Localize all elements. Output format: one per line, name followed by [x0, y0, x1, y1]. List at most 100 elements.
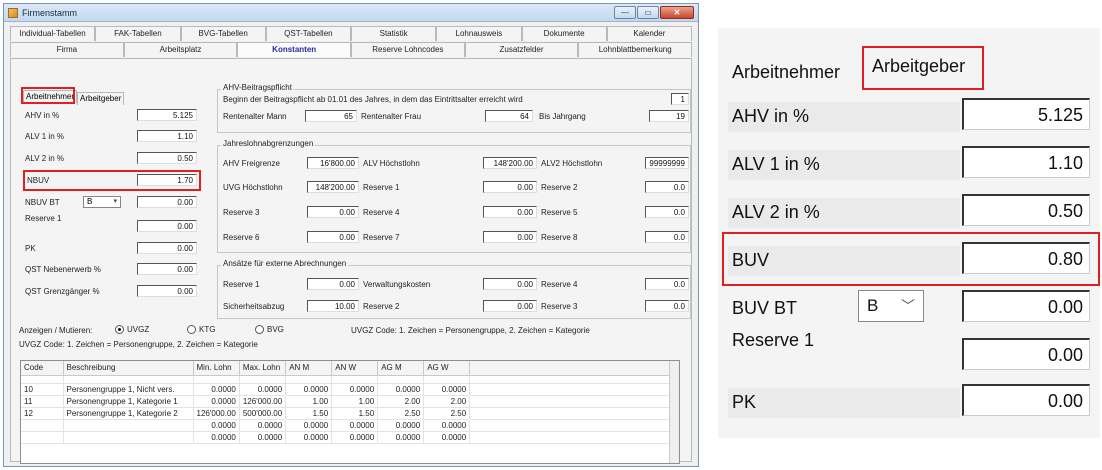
table-scrollbar[interactable]	[669, 361, 679, 463]
tab-fak-tabellen[interactable]: FAK-Tabellen	[95, 26, 181, 41]
qst-grenzgaenger-field[interactable]: 0.00	[137, 285, 197, 297]
zoom-ahv-field[interactable]: 5.125	[962, 98, 1090, 130]
table-row[interactable]: 11 Personengruppe 1, Kategorie 1 0.0000 …	[21, 395, 679, 408]
table-row[interactable]: 0.0000 0.0000 0.0000 0.0000 0.0000 0.000…	[21, 419, 679, 432]
tab-kalender[interactable]: Kalender	[606, 26, 692, 41]
col-ag-w[interactable]: AG W	[423, 361, 471, 376]
jahres-reserve8-field[interactable]: 0.0	[645, 231, 689, 243]
tab-bvg-tabellen[interactable]: BVG-Tabellen	[180, 26, 266, 41]
cell-filler	[469, 431, 679, 444]
col-min-lohn[interactable]: Min. Lohn	[193, 361, 240, 376]
cell-an-w: 1.50	[331, 407, 379, 420]
jahres-reserve4-field[interactable]: 0.00	[483, 206, 537, 218]
tab-lohnausweis[interactable]: Lohnausweis	[436, 26, 522, 41]
col-ag-m[interactable]: AG M	[377, 361, 425, 376]
table-row[interactable]: 12 Personengruppe 1, Kategorie 2 126'000…	[21, 407, 679, 420]
col-max-lohn[interactable]: Max. Lohn	[239, 361, 287, 376]
alv1-field[interactable]: 1.10	[137, 130, 197, 142]
ahv-field[interactable]: 5.125	[137, 109, 197, 121]
cell-code: 11	[21, 395, 64, 408]
rentenalter-mann-field[interactable]: 65	[305, 110, 357, 122]
ansaetze-reserve2-field[interactable]: 0.00	[483, 300, 537, 312]
tab-row-1: Individual-Tabellen FAK-Tabellen BVG-Tab…	[10, 26, 692, 41]
pk-field[interactable]: 0.00	[137, 242, 197, 254]
col-code[interactable]: Code	[21, 361, 64, 376]
window-title: Firmenstamm	[22, 7, 78, 18]
verwaltungskosten-field[interactable]: 0.00	[483, 278, 537, 290]
subtab-arbeitgeber[interactable]: Arbeitgeber	[77, 92, 125, 105]
reserve1-field[interactable]: 0.00	[137, 220, 197, 232]
zoom-reserve1-label: Reserve 1	[732, 330, 815, 350]
anzeigen-label: Anzeigen / Mutieren:	[19, 326, 93, 335]
close-button[interactable]: ✕	[660, 6, 694, 19]
rentenalter-frau-label: Rentenalter Frau	[361, 112, 422, 121]
tab-dokumente[interactable]: Dokumente	[521, 26, 607, 41]
radio-bvg[interactable]: BVG	[255, 325, 284, 334]
rentenalter-mann-label: Rentenalter Mann	[223, 112, 287, 121]
tab-statistik[interactable]: Statistik	[351, 26, 437, 41]
ahv-freigrenze-field[interactable]: 16'800.00	[307, 157, 359, 169]
beitragspflicht-field[interactable]: 1	[671, 93, 689, 105]
cell-ag-m: 2.00	[377, 395, 425, 408]
zoom-buv-bt-field[interactable]: 0.00	[962, 290, 1090, 322]
qst-nebenerwerb-field[interactable]: 0.00	[137, 263, 197, 275]
tab-konstanten[interactable]: Konstanten	[237, 42, 352, 57]
cell-ag-w: 0.0000	[423, 419, 471, 432]
tab-arbeitsplatz[interactable]: Arbeitsplatz	[123, 42, 238, 57]
cell-ag-m: 2.50	[377, 407, 425, 420]
jahres-reserve3-field[interactable]: 0.00	[307, 206, 359, 218]
sicherheitsabzug-label: Sicherheitsabzug	[223, 302, 285, 311]
tab-firma[interactable]: Firma	[10, 42, 124, 57]
jahres-reserve2-field[interactable]: 0.0	[645, 181, 689, 193]
cell-code	[21, 419, 64, 432]
uvg-hoechstlohn-field[interactable]: 148'200.00	[307, 181, 359, 193]
col-beschreibung[interactable]: Beschreibung	[63, 361, 194, 376]
col-an-m[interactable]: AN M	[285, 361, 333, 376]
ansaetze-reserve1-field[interactable]: 0.00	[307, 278, 359, 290]
jahres-reserve1-field[interactable]: 0.00	[483, 181, 537, 193]
alv-hoechstlohn-field[interactable]: 148'200.00	[483, 157, 537, 169]
alv2-field[interactable]: 0.50	[137, 152, 197, 164]
ansaetze-reserve3-field[interactable]: 0.0	[645, 300, 689, 312]
radio-uvgz[interactable]: UVGZ	[115, 325, 149, 334]
tab-individual-tabellen[interactable]: Individual-Tabellen	[10, 26, 96, 41]
zoom-reserve1-field[interactable]: 0.00	[962, 338, 1090, 370]
jahres-reserve7-label: Reserve 7	[363, 233, 400, 242]
radio-ktg[interactable]: KTG	[187, 325, 215, 334]
nbuv-bt-field[interactable]: 0.00	[137, 196, 197, 208]
alv2-hoechstlohn-field[interactable]: 99999999	[645, 157, 689, 169]
rentenalter-frau-field[interactable]: 64	[485, 110, 533, 122]
minimize-button[interactable]: —	[614, 6, 636, 19]
jahres-reserve6-field[interactable]: 0.00	[307, 231, 359, 243]
jahres-reserve7-field[interactable]: 0.00	[483, 231, 537, 243]
cell-beschreibung: Personengruppe 1, Kategorie 2	[63, 407, 194, 420]
jahreslohnabgrenzungen-group	[217, 145, 691, 253]
col-an-w[interactable]: AN W	[331, 361, 379, 376]
tab-lohnblattbemerkung[interactable]: Lohnblattbemerkung	[578, 42, 693, 57]
zoom-tab-arbeitnehmer[interactable]: Arbeitnehmer	[732, 62, 840, 83]
zoom-alv1-field[interactable]: 1.10	[962, 146, 1090, 178]
col-filler	[469, 361, 679, 376]
cell-an-w: 0.0000	[331, 431, 379, 444]
bis-jahrgang-field[interactable]: 19	[649, 110, 689, 122]
cell-code: 12	[21, 407, 64, 420]
nbuv-bt-select[interactable]: B ▾	[83, 196, 121, 208]
table-row[interactable]: 0.0000 0.0000 0.0000 0.0000 0.0000 0.000…	[21, 431, 679, 444]
jahres-group-title: Jahreslohnabgrenzungen	[221, 139, 316, 148]
tab-zusatzfelder[interactable]: Zusatzfelder	[464, 42, 579, 57]
tab-qst-tabellen[interactable]: QST-Tabellen	[265, 26, 351, 41]
sicherheitsabzug-field[interactable]: 10.00	[307, 300, 359, 312]
jahres-reserve1-label: Reserve 1	[363, 183, 400, 192]
cell-max-lohn: 0.0000	[239, 383, 287, 396]
ansaetze-reserve4-field[interactable]: 0.0	[645, 278, 689, 290]
table-row[interactable]: 10 Personengruppe 1, Nicht vers. 0.0000 …	[21, 383, 679, 396]
cell-max-lohn: 126'000.00	[239, 395, 287, 408]
cell-ag-w: 2.00	[423, 395, 471, 408]
jahres-reserve5-field[interactable]: 0.0	[645, 206, 689, 218]
zoom-alv2-field[interactable]: 0.50	[962, 194, 1090, 226]
zoom-buv-bt-select[interactable]: B ﹀	[858, 290, 924, 322]
maximize-button[interactable]: ▭	[637, 6, 659, 19]
zoom-ahv-label: AHV in %	[732, 106, 810, 126]
tab-reserve-lohncodes[interactable]: Reserve Lohncodes	[351, 42, 465, 57]
zoom-pk-field[interactable]: 0.00	[962, 384, 1090, 416]
